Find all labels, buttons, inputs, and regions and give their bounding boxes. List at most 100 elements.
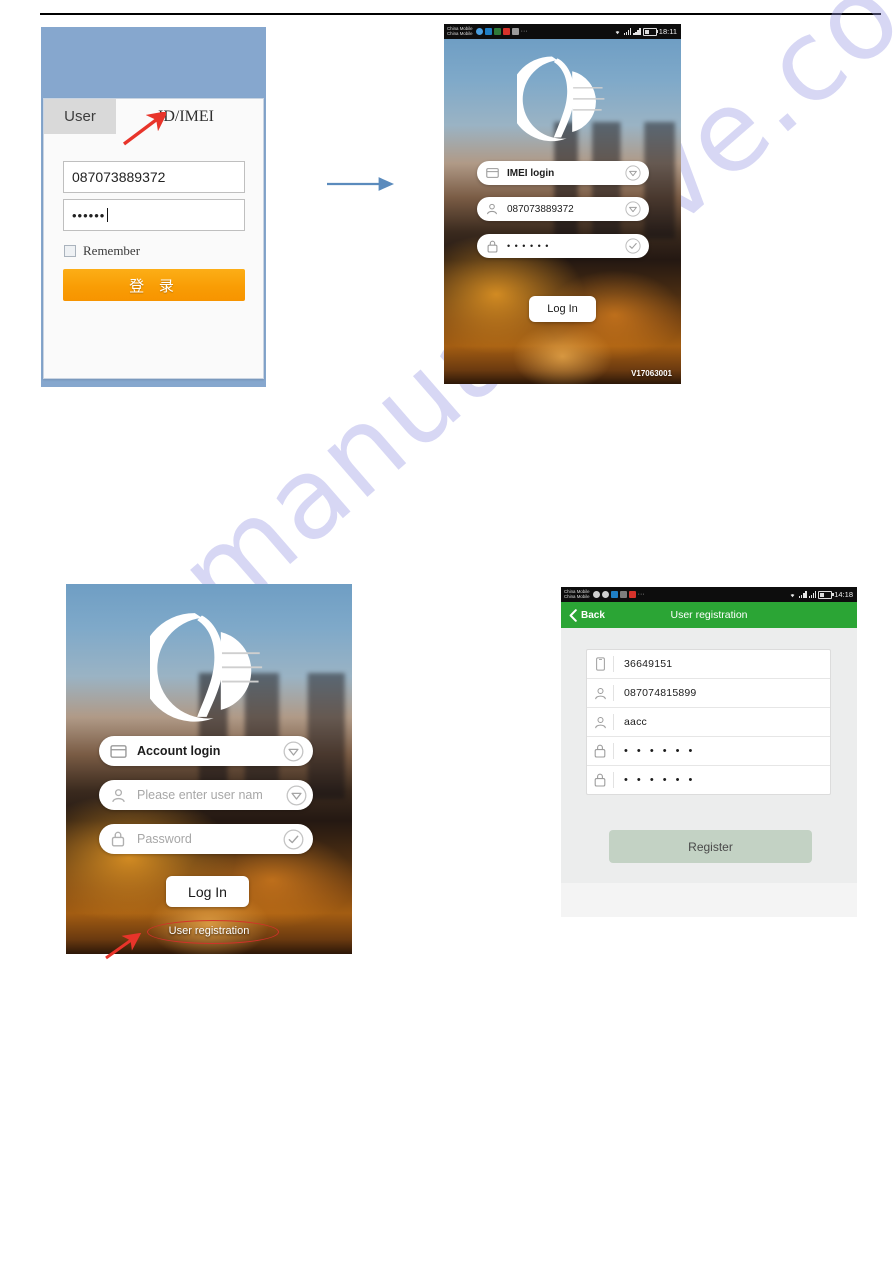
chevron-down-icon[interactable]	[273, 741, 313, 762]
page-top-rule	[40, 13, 881, 15]
field-value-password: • • • • • •	[624, 745, 696, 757]
status-bar-carrier: China Mobile China Mobile	[564, 589, 590, 599]
register-button[interactable]: Register	[609, 830, 812, 863]
annotation-ellipse-registration	[147, 920, 279, 944]
chevron-down-icon[interactable]	[279, 785, 313, 806]
app-background: IMEI login 087073889372 • • • • • • Log …	[444, 39, 681, 384]
remember-label: Remember	[83, 243, 141, 258]
login-mode-label: Account login	[137, 744, 221, 758]
login-button[interactable]: Log In	[166, 876, 249, 907]
chevron-down-icon[interactable]	[617, 165, 649, 181]
account-field-value: 087073889372	[72, 169, 166, 185]
app-blue-icon	[610, 591, 618, 598]
card-icon	[99, 744, 137, 758]
lock-icon	[477, 240, 507, 253]
status-bar: China Mobile China Mobile ··· 18:11	[444, 24, 681, 39]
status-bar: China Mobile China Mobile ··· 14:18	[561, 587, 857, 602]
login-mode-selector[interactable]: Account login	[99, 736, 313, 766]
account-input-row[interactable]: 087073889372	[477, 197, 649, 221]
status-bar-clock: 18:11	[658, 27, 677, 36]
field-value-username: aacc	[624, 716, 647, 728]
signal-icon-1	[798, 591, 807, 598]
user-icon	[99, 788, 137, 803]
field-row-account[interactable]: 087074815899	[587, 679, 830, 708]
login-submit-button[interactable]: 登 录	[63, 269, 245, 301]
account-input-value: 087073889372	[507, 203, 574, 215]
password-field[interactable]: ••••••	[63, 199, 245, 231]
field-value-device: 36649151	[624, 658, 673, 670]
check-icon[interactable]	[617, 238, 649, 254]
flow-arrow	[327, 177, 394, 191]
signal-icon-2	[808, 591, 817, 598]
field-row-username[interactable]: aacc	[587, 708, 830, 737]
status-bar-system-icons: 14:18	[788, 590, 853, 599]
sync-icon	[592, 591, 600, 598]
check-icon[interactable]	[273, 829, 313, 850]
app-logo	[516, 51, 609, 143]
form-footer-spacer	[561, 883, 857, 917]
status-bar-notification-icons: ···	[475, 28, 528, 35]
password-field-value: ••••••	[72, 207, 106, 223]
signal-icon-2	[633, 28, 641, 35]
status-bar-notification-icons: ···	[592, 591, 645, 598]
wifi-icon	[790, 594, 795, 598]
user-icon	[587, 714, 614, 730]
password-input-placeholder: Password	[137, 832, 192, 846]
chevron-down-icon[interactable]	[617, 201, 649, 217]
login-mode-label: IMEI login	[507, 167, 555, 179]
phone-user-registration-screen: China Mobile China Mobile ··· 14:18 Back…	[561, 587, 857, 917]
annotation-arrow-registration	[105, 933, 142, 960]
title-bar: Back User registration	[561, 602, 857, 628]
username-input-row[interactable]: Please enter user nam	[99, 780, 313, 810]
battery-icon	[818, 590, 834, 599]
app-background: Account login Please enter user nam Pass…	[66, 584, 352, 954]
status-bar-clock: 14:18	[834, 590, 853, 599]
password-input-row[interactable]: Password	[99, 824, 313, 854]
signal-icon-1	[623, 28, 632, 35]
app-green-icon	[493, 28, 501, 35]
chat-icon	[601, 591, 609, 598]
more-icon: ···	[637, 591, 645, 598]
password-input-value: • • • • • •	[507, 241, 550, 251]
app-red-icon	[502, 28, 510, 35]
field-value-confirm-password: • • • • • •	[624, 774, 696, 786]
battery-icon	[642, 27, 659, 36]
app-logo	[150, 606, 268, 724]
lock-icon	[587, 772, 614, 788]
app-version-label: V17063001	[631, 369, 672, 378]
lock-icon	[99, 831, 137, 847]
app-gray-icon	[511, 28, 519, 35]
status-bar-system-icons: 18:11	[613, 27, 677, 36]
user-icon	[477, 203, 507, 215]
account-field[interactable]: 087073889372	[63, 161, 245, 193]
username-input-placeholder: Please enter user nam	[137, 788, 263, 802]
carrier-line-2: China Mobile	[564, 593, 590, 599]
sync-icon	[475, 28, 483, 35]
carrier-line-2: China Mobile	[447, 30, 473, 36]
web-login-dialog: User ID/IMEI 087073889372 •••••• Remembe…	[41, 27, 266, 387]
login-button[interactable]: Log In	[529, 296, 596, 322]
app-gray-icon	[619, 591, 627, 598]
field-value-account: 087074815899	[624, 687, 697, 699]
user-icon	[587, 685, 614, 701]
phone-account-login-screen: Account login Please enter user nam Pass…	[66, 584, 352, 954]
device-icon	[587, 656, 614, 672]
field-row-device[interactable]: 36649151	[587, 650, 830, 679]
field-row-confirm-password[interactable]: • • • • • •	[587, 766, 830, 794]
lock-icon	[587, 743, 614, 759]
status-bar-carrier: China Mobile China Mobile	[447, 26, 473, 36]
remember-checkbox[interactable]	[64, 245, 76, 257]
page-title: User registration	[670, 609, 748, 621]
text-caret	[107, 208, 109, 222]
field-row-password[interactable]: • • • • • •	[587, 737, 830, 766]
registration-form-card: 36649151 087074815899 aacc • • • • • • •…	[586, 649, 831, 795]
annotation-arrow-id-imei	[122, 112, 166, 146]
tab-user[interactable]: User	[44, 99, 116, 134]
remember-row[interactable]: Remember	[64, 243, 140, 259]
login-mode-selector[interactable]: IMEI login	[477, 161, 649, 185]
card-icon	[477, 168, 507, 178]
wifi-icon	[615, 31, 619, 35]
phone-imei-login-screen: China Mobile China Mobile ··· 18:11 IMEI…	[444, 24, 681, 384]
more-icon: ···	[520, 28, 528, 35]
password-input-row[interactable]: • • • • • •	[477, 234, 649, 258]
